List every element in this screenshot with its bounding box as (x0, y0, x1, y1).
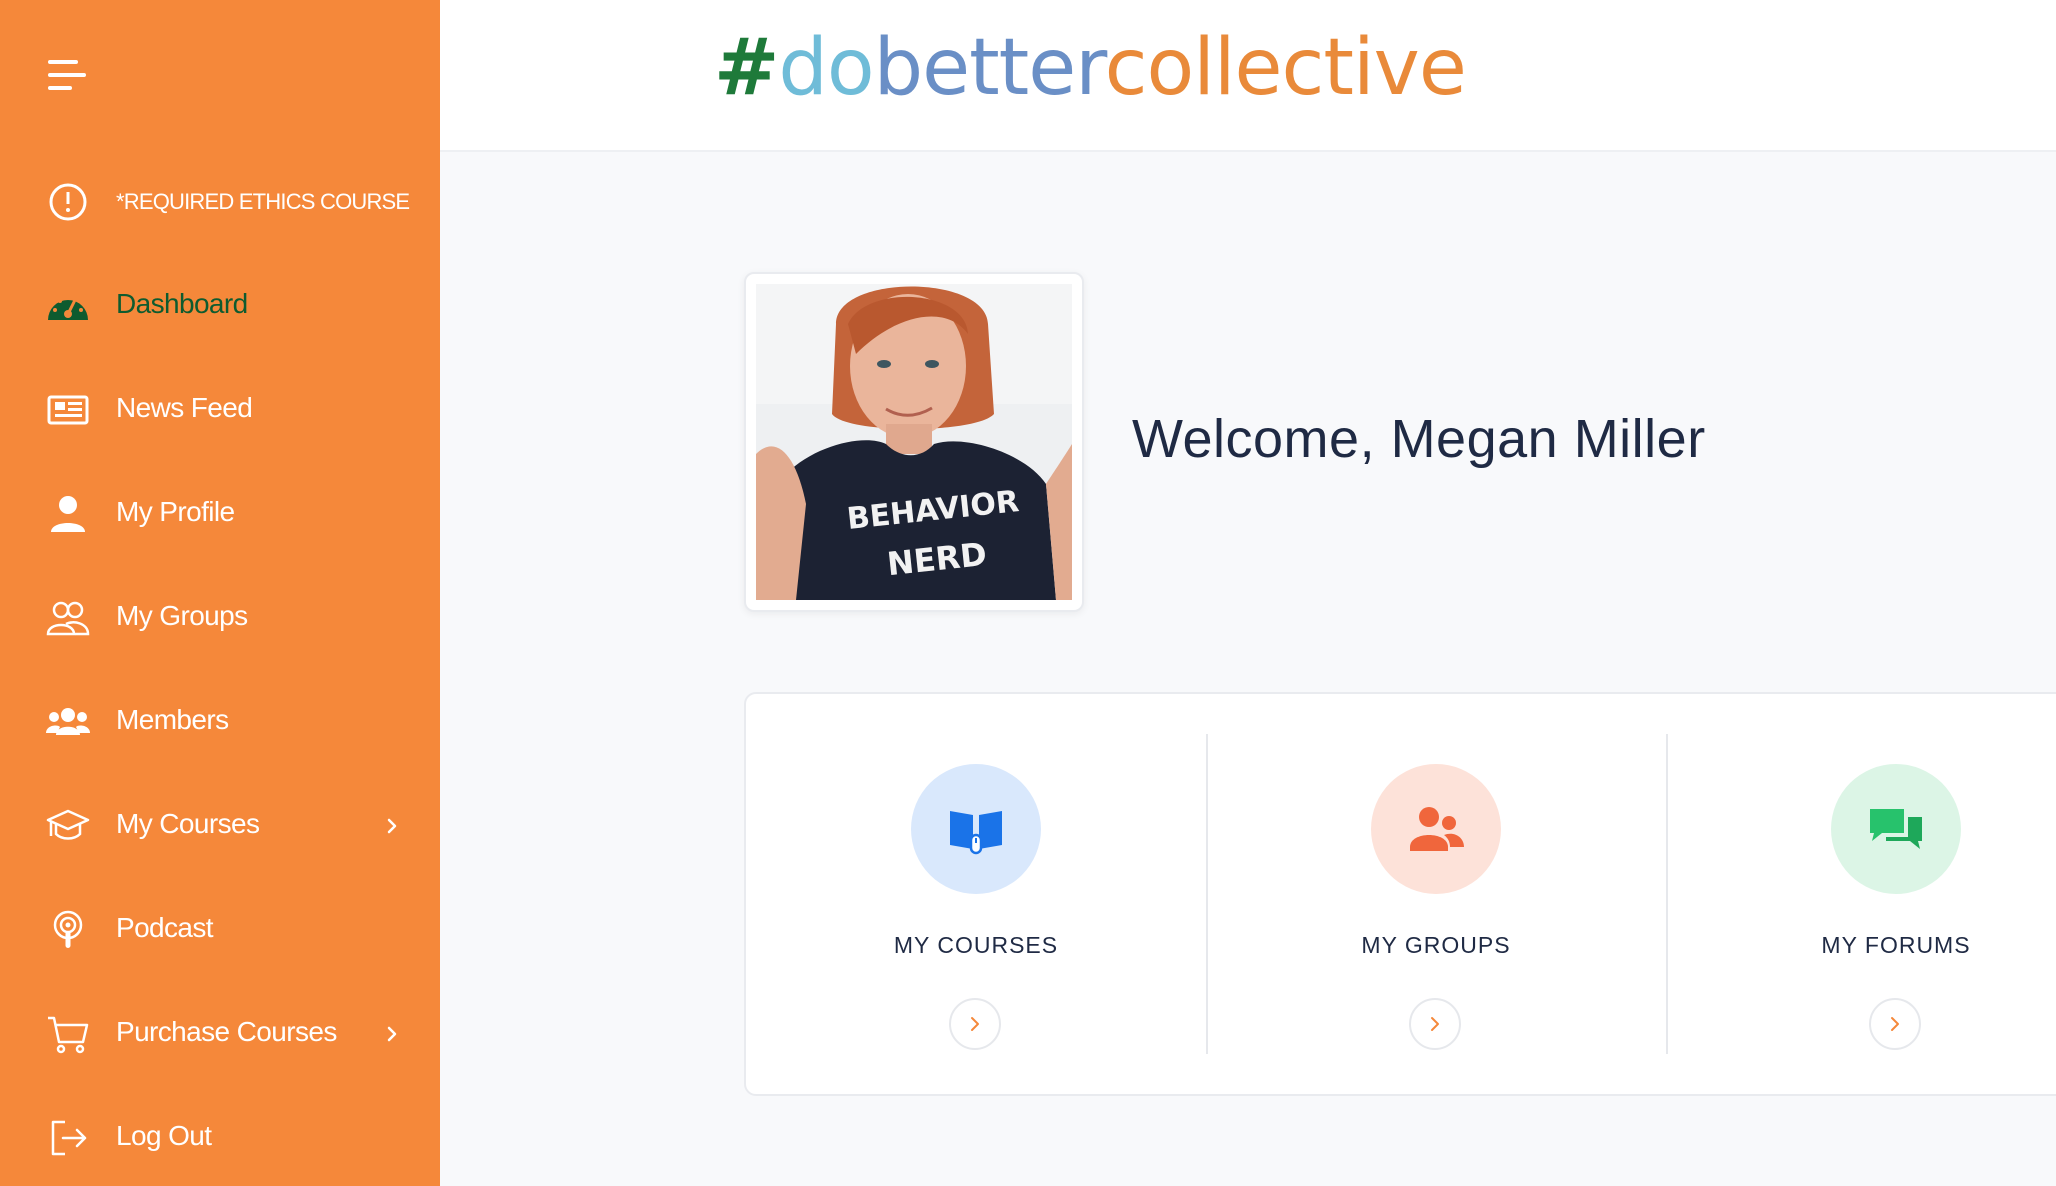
user-icon (44, 494, 92, 534)
menu-toggle-icon[interactable] (48, 60, 88, 92)
sidebar-item-label: Podcast (116, 912, 214, 943)
sidebar: *REQUIRED ETHICS COURSE Dashboard News F… (0, 0, 440, 1186)
my-groups-tile[interactable]: MY GROUPS (1206, 694, 1666, 1094)
my-forums-arrow-button[interactable] (1869, 998, 1921, 1050)
sidebar-item-my-courses[interactable]: My Courses (0, 786, 440, 866)
sidebar-item-label: My Profile (116, 496, 235, 527)
site-logo[interactable]: #dobettercollective (714, 23, 1467, 113)
chevron-right-icon[interactable] (380, 1018, 404, 1050)
sidebar-item-label: My Courses (116, 808, 260, 839)
top-header: #dobettercollective (440, 0, 2056, 152)
podcast-icon (44, 910, 92, 950)
my-courses-label: MY COURSES (893, 932, 1059, 958)
logo-do: do (778, 23, 874, 113)
chevron-right-icon (1891, 1017, 1899, 1031)
welcome-heading: Welcome, Megan Miller (1132, 409, 1706, 469)
sidebar-item-label: Members (116, 704, 229, 735)
members-icon (44, 702, 92, 742)
profile-photo-card[interactable]: BEHAVIOR NERD (744, 272, 1084, 612)
my-courses-arrow-button[interactable] (949, 998, 1001, 1050)
logo-hash: # (714, 23, 779, 113)
sidebar-item-required-ethics-course[interactable]: *REQUIRED ETHICS COURSE (0, 162, 440, 242)
sidebar-item-label: News Feed (116, 392, 253, 423)
newspaper-icon (44, 390, 92, 430)
sidebar-item-podcast[interactable]: Podcast (0, 890, 440, 970)
chevron-right-icon (1431, 1017, 1439, 1031)
sidebar-item-label: *REQUIRED ETHICS COURSE (116, 189, 410, 214)
sidebar-item-my-profile[interactable]: My Profile (0, 474, 440, 554)
sidebar-item-dashboard[interactable]: Dashboard (0, 266, 440, 346)
chat-icon (1831, 764, 1961, 894)
avatar: BEHAVIOR NERD (756, 284, 1072, 600)
my-forums-label: MY FORUMS (1821, 932, 1971, 958)
quick-links-panel: MY COURSES MY GROUPS MY FORUMS (744, 692, 2056, 1096)
groups-icon (44, 598, 92, 638)
my-forums-tile[interactable]: MY FORUMS (1666, 694, 2056, 1094)
people-icon (1371, 764, 1501, 894)
logout-icon (44, 1118, 92, 1158)
chevron-right-icon (971, 1017, 979, 1031)
alert-circle-icon (44, 182, 92, 222)
dashboard-icon (44, 286, 92, 326)
sidebar-item-label: Dashboard (116, 288, 248, 319)
book-icon (911, 764, 1041, 894)
sidebar-item-members[interactable]: Members (0, 682, 440, 762)
my-courses-tile[interactable]: MY COURSES (746, 694, 1206, 1094)
sidebar-item-log-out[interactable]: Log Out (0, 1098, 440, 1178)
sidebar-item-label: Log Out (116, 1120, 212, 1151)
cart-icon (44, 1014, 92, 1054)
logo-better: better (873, 23, 1106, 113)
sidebar-item-label: My Groups (116, 600, 248, 631)
my-groups-arrow-button[interactable] (1409, 998, 1461, 1050)
sidebar-item-my-groups[interactable]: My Groups (0, 578, 440, 658)
chevron-right-icon[interactable] (380, 810, 404, 842)
graduation-cap-icon (44, 806, 92, 846)
sidebar-item-purchase-courses[interactable]: Purchase Courses (0, 994, 440, 1074)
logo-collective: collective (1104, 23, 1467, 113)
sidebar-item-label: Purchase Courses (116, 1016, 337, 1047)
sidebar-item-news-feed[interactable]: News Feed (0, 370, 440, 450)
my-groups-label: MY GROUPS (1361, 932, 1511, 958)
